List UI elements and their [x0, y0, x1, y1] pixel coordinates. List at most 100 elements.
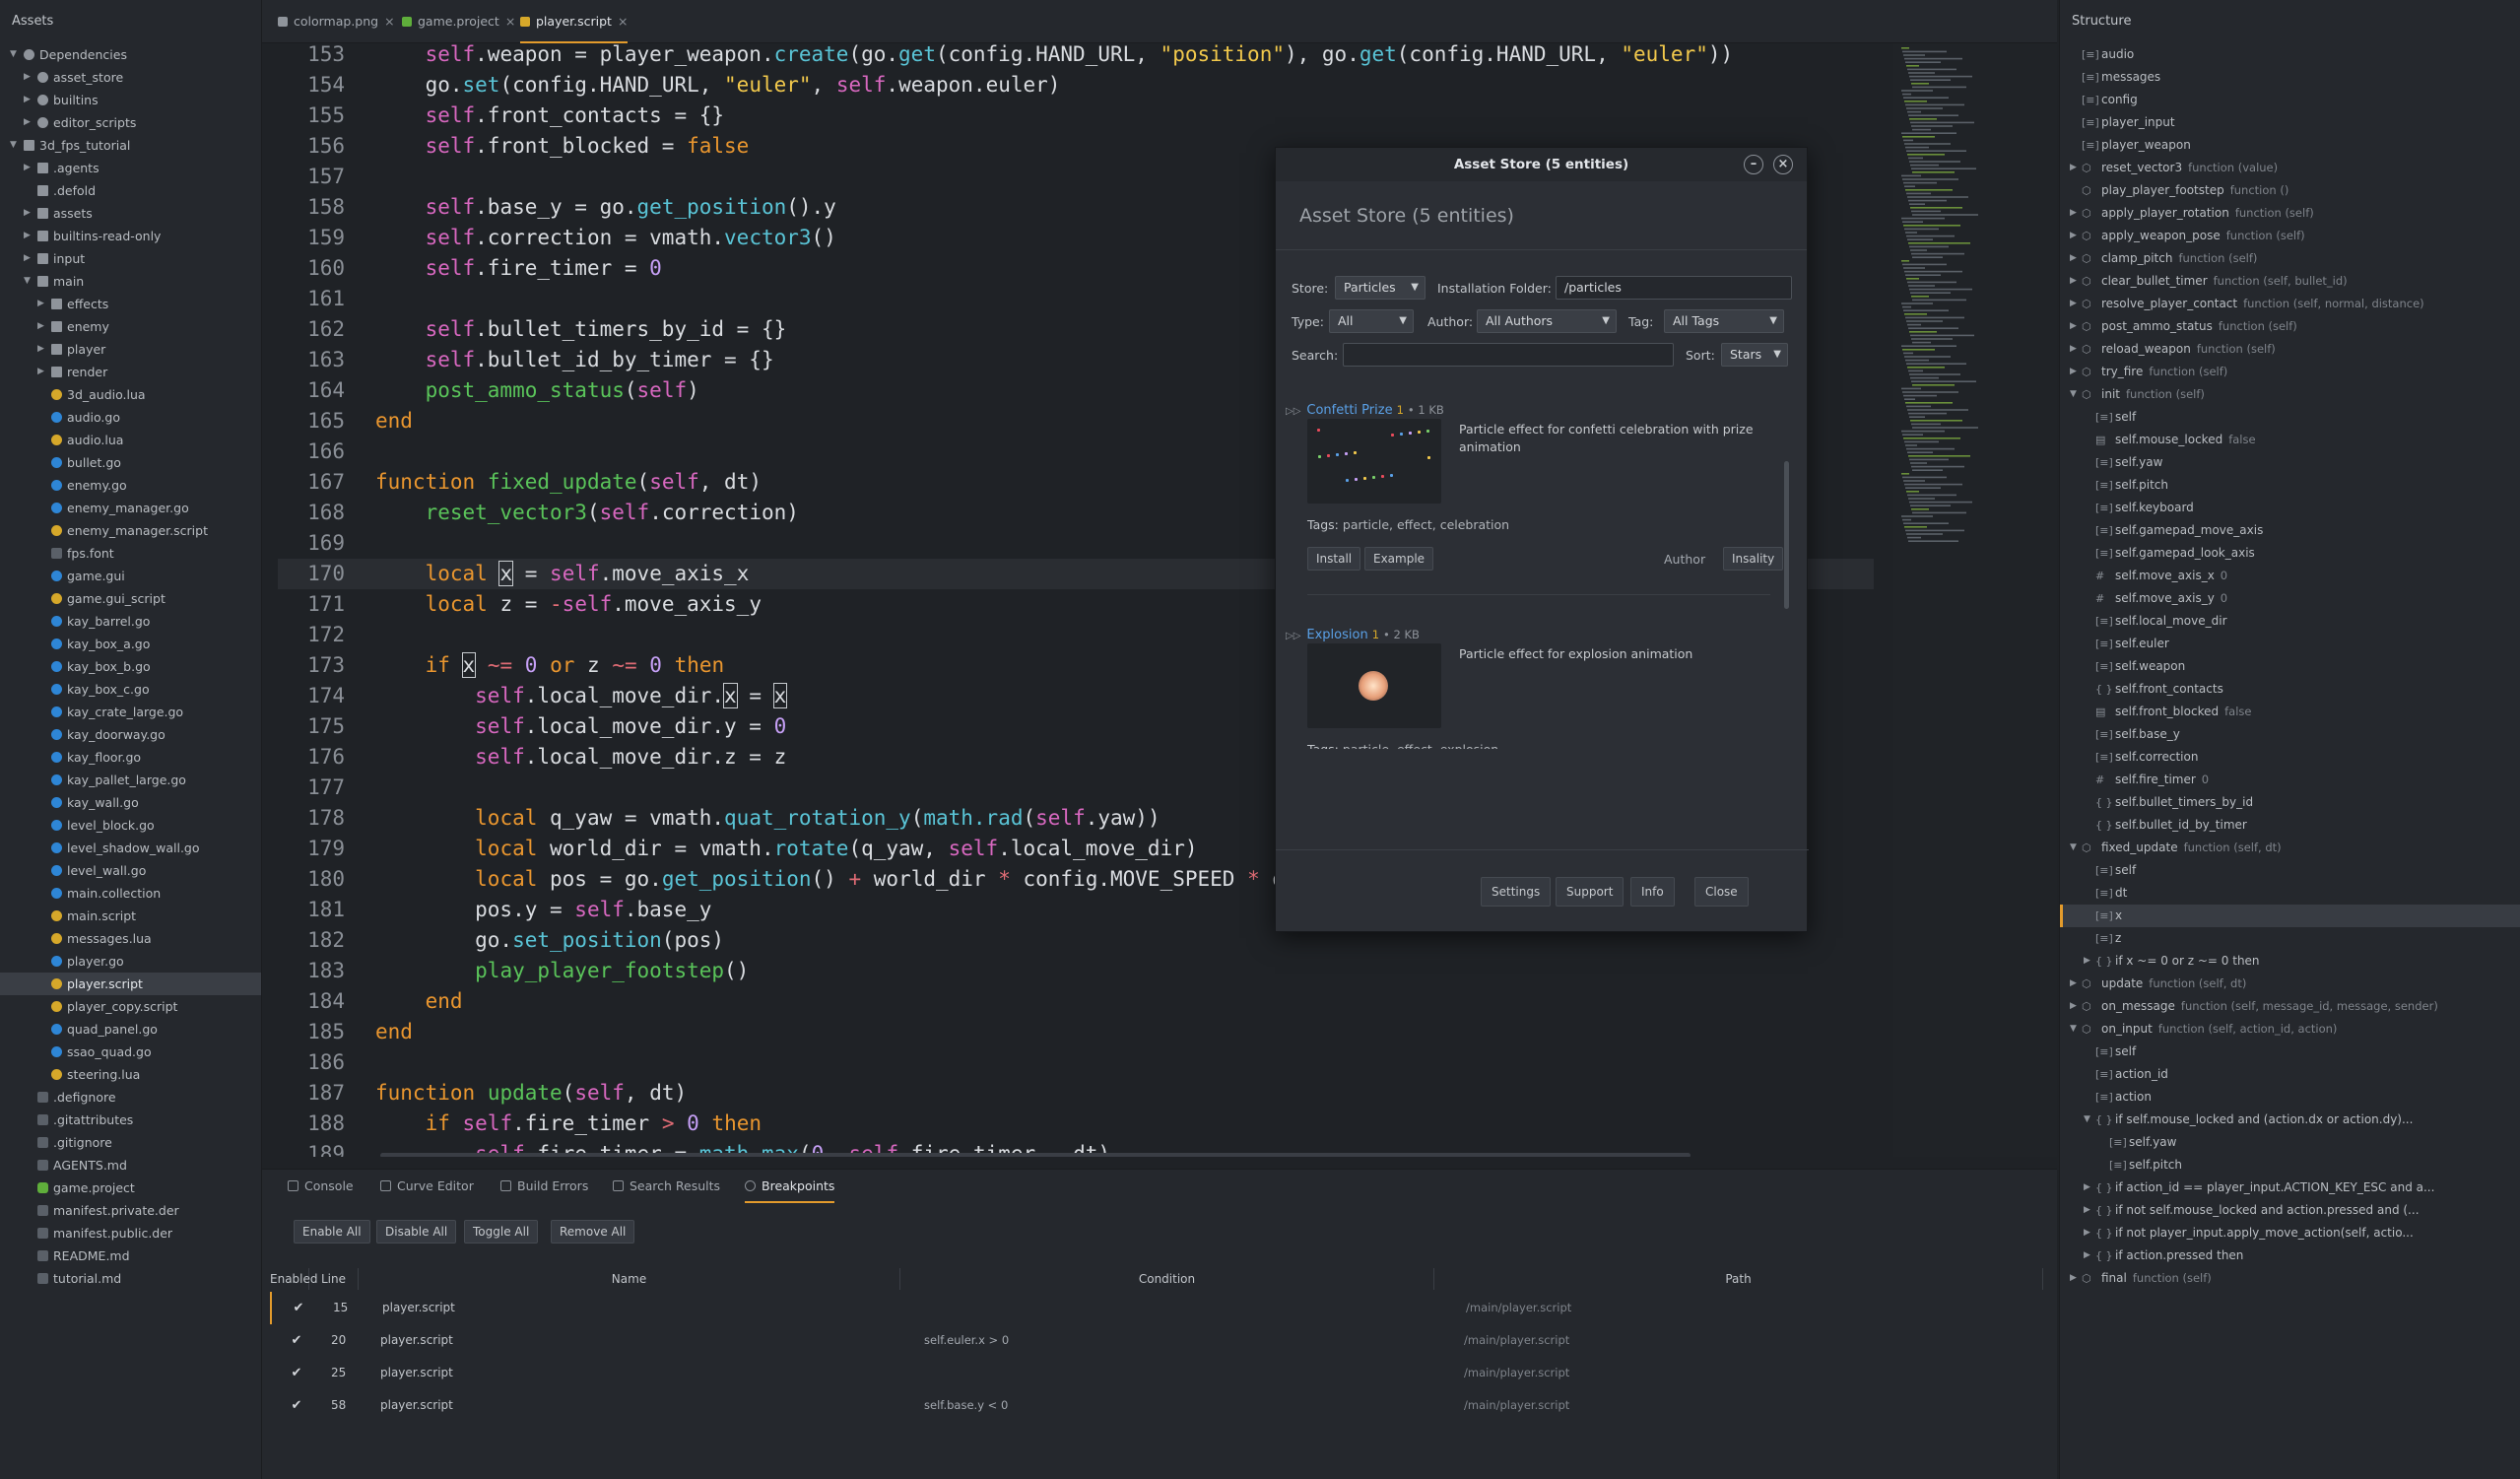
asset-tree-item[interactable]: ▼ main: [0, 270, 261, 293]
asset-tree-item[interactable]: kay_doorway.go: [0, 723, 261, 746]
structure-item[interactable]: [≡] self.weapon: [2060, 655, 2520, 678]
tab-curve-editor[interactable]: Curve Editor: [380, 1170, 474, 1203]
expand-icon[interactable]: ▷▷: [1286, 406, 1300, 417]
structure-item[interactable]: [≡] self.yaw: [2060, 451, 2520, 474]
asset-tree-item[interactable]: ▶ editor_scripts: [0, 111, 261, 134]
asset-tree-item[interactable]: level_block.go: [0, 814, 261, 837]
asset-tree-item[interactable]: audio.lua: [0, 429, 261, 451]
author-select[interactable]: All Authors ▼: [1477, 309, 1617, 333]
column-header[interactable]: Line: [309, 1268, 359, 1290]
chevron-right-icon[interactable]: ▶: [2070, 202, 2077, 225]
asset-tree-item[interactable]: player.go: [0, 950, 261, 973]
asset-tree-item[interactable]: ▼ Dependencies: [0, 43, 261, 66]
structure-item[interactable]: ▶ ⬡ try_fire function (self): [2060, 361, 2520, 383]
tab-breakpoints[interactable]: Breakpoints: [745, 1170, 835, 1203]
chevron-right-icon[interactable]: ▶: [2084, 950, 2090, 973]
type-select[interactable]: All ▼: [1329, 309, 1414, 333]
asset-tree-item[interactable]: .gitattributes: [0, 1109, 261, 1131]
structure-item[interactable]: ▶ ⬡ resolve_player_contact function (self, …: [2060, 293, 2520, 315]
structure-item[interactable]: [≡] audio: [2060, 43, 2520, 66]
structure-item[interactable]: [≡] self.yaw: [2060, 1131, 2520, 1154]
chevron-right-icon[interactable]: ▶: [2070, 338, 2077, 361]
structure-item[interactable]: ▶ { } if not player_input.apply_move_actio…: [2060, 1222, 2520, 1244]
asset-tree-item[interactable]: ▶ builtins: [0, 89, 261, 111]
asset-tree-item[interactable]: main.collection: [0, 882, 261, 905]
asset-tree-item[interactable]: kay_pallet_large.go: [0, 769, 261, 791]
chevron-down-icon[interactable]: ▼: [10, 43, 17, 66]
asset-tree-item[interactable]: 3d_audio.lua: [0, 383, 261, 406]
structure-item[interactable]: [≡] self.gamepad_look_axis: [2060, 542, 2520, 565]
structure-item[interactable]: ▶ ⬡ update function (self, dt): [2060, 973, 2520, 995]
enabled-checkbox[interactable]: ✔: [290, 1399, 303, 1413]
structure-item[interactable]: ⬡ play_player_footstep function (): [2060, 179, 2520, 202]
asset-tree-item[interactable]: kay_box_c.go: [0, 678, 261, 701]
chevron-right-icon[interactable]: ▶: [24, 111, 31, 134]
asset-tree-item[interactable]: player.script: [0, 973, 261, 995]
enabled-checkbox[interactable]: ✔: [290, 1367, 303, 1380]
structure-item[interactable]: [≡] player_weapon: [2060, 134, 2520, 157]
asset-tree-item[interactable]: ▶ assets: [0, 202, 261, 225]
chevron-right-icon[interactable]: ▶: [24, 225, 31, 247]
structure-item[interactable]: ▤ self.mouse_locked false: [2060, 429, 2520, 451]
asset-tree-item[interactable]: .gitignore: [0, 1131, 261, 1154]
structure-item[interactable]: ▤ self.front_blocked false: [2060, 701, 2520, 723]
asset-tree-item[interactable]: main.script: [0, 905, 261, 927]
asset-tree-item[interactable]: ssao_quad.go: [0, 1041, 261, 1063]
structure-item[interactable]: # self.fire_timer 0: [2060, 769, 2520, 791]
table-row[interactable]: ✔ 58 player.script self.base.y < 0/main/pla…: [270, 1389, 2043, 1422]
structure-item[interactable]: [≡] self.correction: [2060, 746, 2520, 769]
tab-console[interactable]: Console: [288, 1170, 354, 1203]
structure-item[interactable]: ▶ { } if action.pressed then: [2060, 1244, 2520, 1267]
structure-item[interactable]: [≡] self.gamepad_move_axis: [2060, 519, 2520, 542]
structure-item[interactable]: [≡] z: [2060, 927, 2520, 950]
chevron-right-icon[interactable]: ▶: [2070, 1267, 2077, 1290]
asset-tree-item[interactable]: ▶ player: [0, 338, 261, 361]
chevron-right-icon[interactable]: ▶: [2084, 1244, 2090, 1267]
structure-item[interactable]: [≡] self.pitch: [2060, 1154, 2520, 1176]
asset-tree-item[interactable]: messages.lua: [0, 927, 261, 950]
folder-input[interactable]: /particles: [1556, 276, 1792, 300]
expand-icon[interactable]: ▷▷: [1286, 631, 1300, 641]
disable-all-button[interactable]: Disable All: [376, 1220, 457, 1244]
asset-tree-item[interactable]: .defold: [0, 179, 261, 202]
example-button[interactable]: Example: [1364, 547, 1434, 571]
asset-tree-item[interactable]: fps.font: [0, 542, 261, 565]
structure-item[interactable]: # self.move_axis_x 0: [2060, 565, 2520, 587]
chevron-right-icon[interactable]: ▶: [24, 89, 31, 111]
chevron-right-icon[interactable]: ▶: [2084, 1176, 2090, 1199]
tab-game-project[interactable]: game.project ×: [402, 0, 515, 43]
author-button[interactable]: Insality: [1723, 547, 1784, 571]
asset-tree-item[interactable]: ▶ asset_store: [0, 66, 261, 89]
structure-item[interactable]: [≡] messages: [2060, 66, 2520, 89]
enabled-checkbox[interactable]: ✔: [290, 1334, 303, 1348]
structure-item[interactable]: ▶ { } if x ~= 0 or z ~= 0 then: [2060, 950, 2520, 973]
chevron-right-icon[interactable]: ▶: [37, 293, 44, 315]
asset-tree-item[interactable]: tutorial.md: [0, 1267, 261, 1290]
structure-item[interactable]: [≡] dt: [2060, 882, 2520, 905]
structure-item[interactable]: ▶ ⬡ reload_weapon function (self): [2060, 338, 2520, 361]
info-button[interactable]: Info: [1630, 877, 1675, 907]
chevron-right-icon[interactable]: ▶: [37, 338, 44, 361]
asset-tree-item[interactable]: .defignore: [0, 1086, 261, 1109]
asset-tree-item[interactable]: ▼ 3d_fps_tutorial: [0, 134, 261, 157]
chevron-right-icon[interactable]: ▶: [37, 361, 44, 383]
column-header[interactable]: Enabled: [270, 1268, 318, 1290]
chevron-right-icon[interactable]: ▶: [2070, 270, 2077, 293]
structure-item[interactable]: ▶ ⬡ final function (self): [2060, 1267, 2520, 1290]
close-icon[interactable]: ×: [384, 14, 394, 29]
minimize-button[interactable]: –: [1744, 155, 1763, 174]
structure-item[interactable]: { } self.bullet_timers_by_id: [2060, 791, 2520, 814]
asset-tree-item[interactable]: level_wall.go: [0, 859, 261, 882]
asset-name-link[interactable]: Explosion: [1306, 628, 1367, 642]
structure-item[interactable]: ▶ ⬡ clear_bullet_timer function (self, bull…: [2060, 270, 2520, 293]
asset-tree-item[interactable]: ▶ effects: [0, 293, 261, 315]
chevron-right-icon[interactable]: ▶: [2070, 293, 2077, 315]
toggle-all-button[interactable]: Toggle All: [464, 1220, 539, 1244]
enabled-checkbox[interactable]: ✔: [292, 1302, 305, 1315]
structure-item[interactable]: ▶ { } if not self.mouse_locked and action.…: [2060, 1199, 2520, 1222]
structure-item[interactable]: { } self.bullet_id_by_timer: [2060, 814, 2520, 837]
column-header[interactable]: Name: [359, 1268, 900, 1290]
remove-all-button[interactable]: Remove All: [551, 1220, 635, 1244]
structure-item[interactable]: [≡] self.local_move_dir: [2060, 610, 2520, 633]
asset-tree-item[interactable]: steering.lua: [0, 1063, 261, 1086]
